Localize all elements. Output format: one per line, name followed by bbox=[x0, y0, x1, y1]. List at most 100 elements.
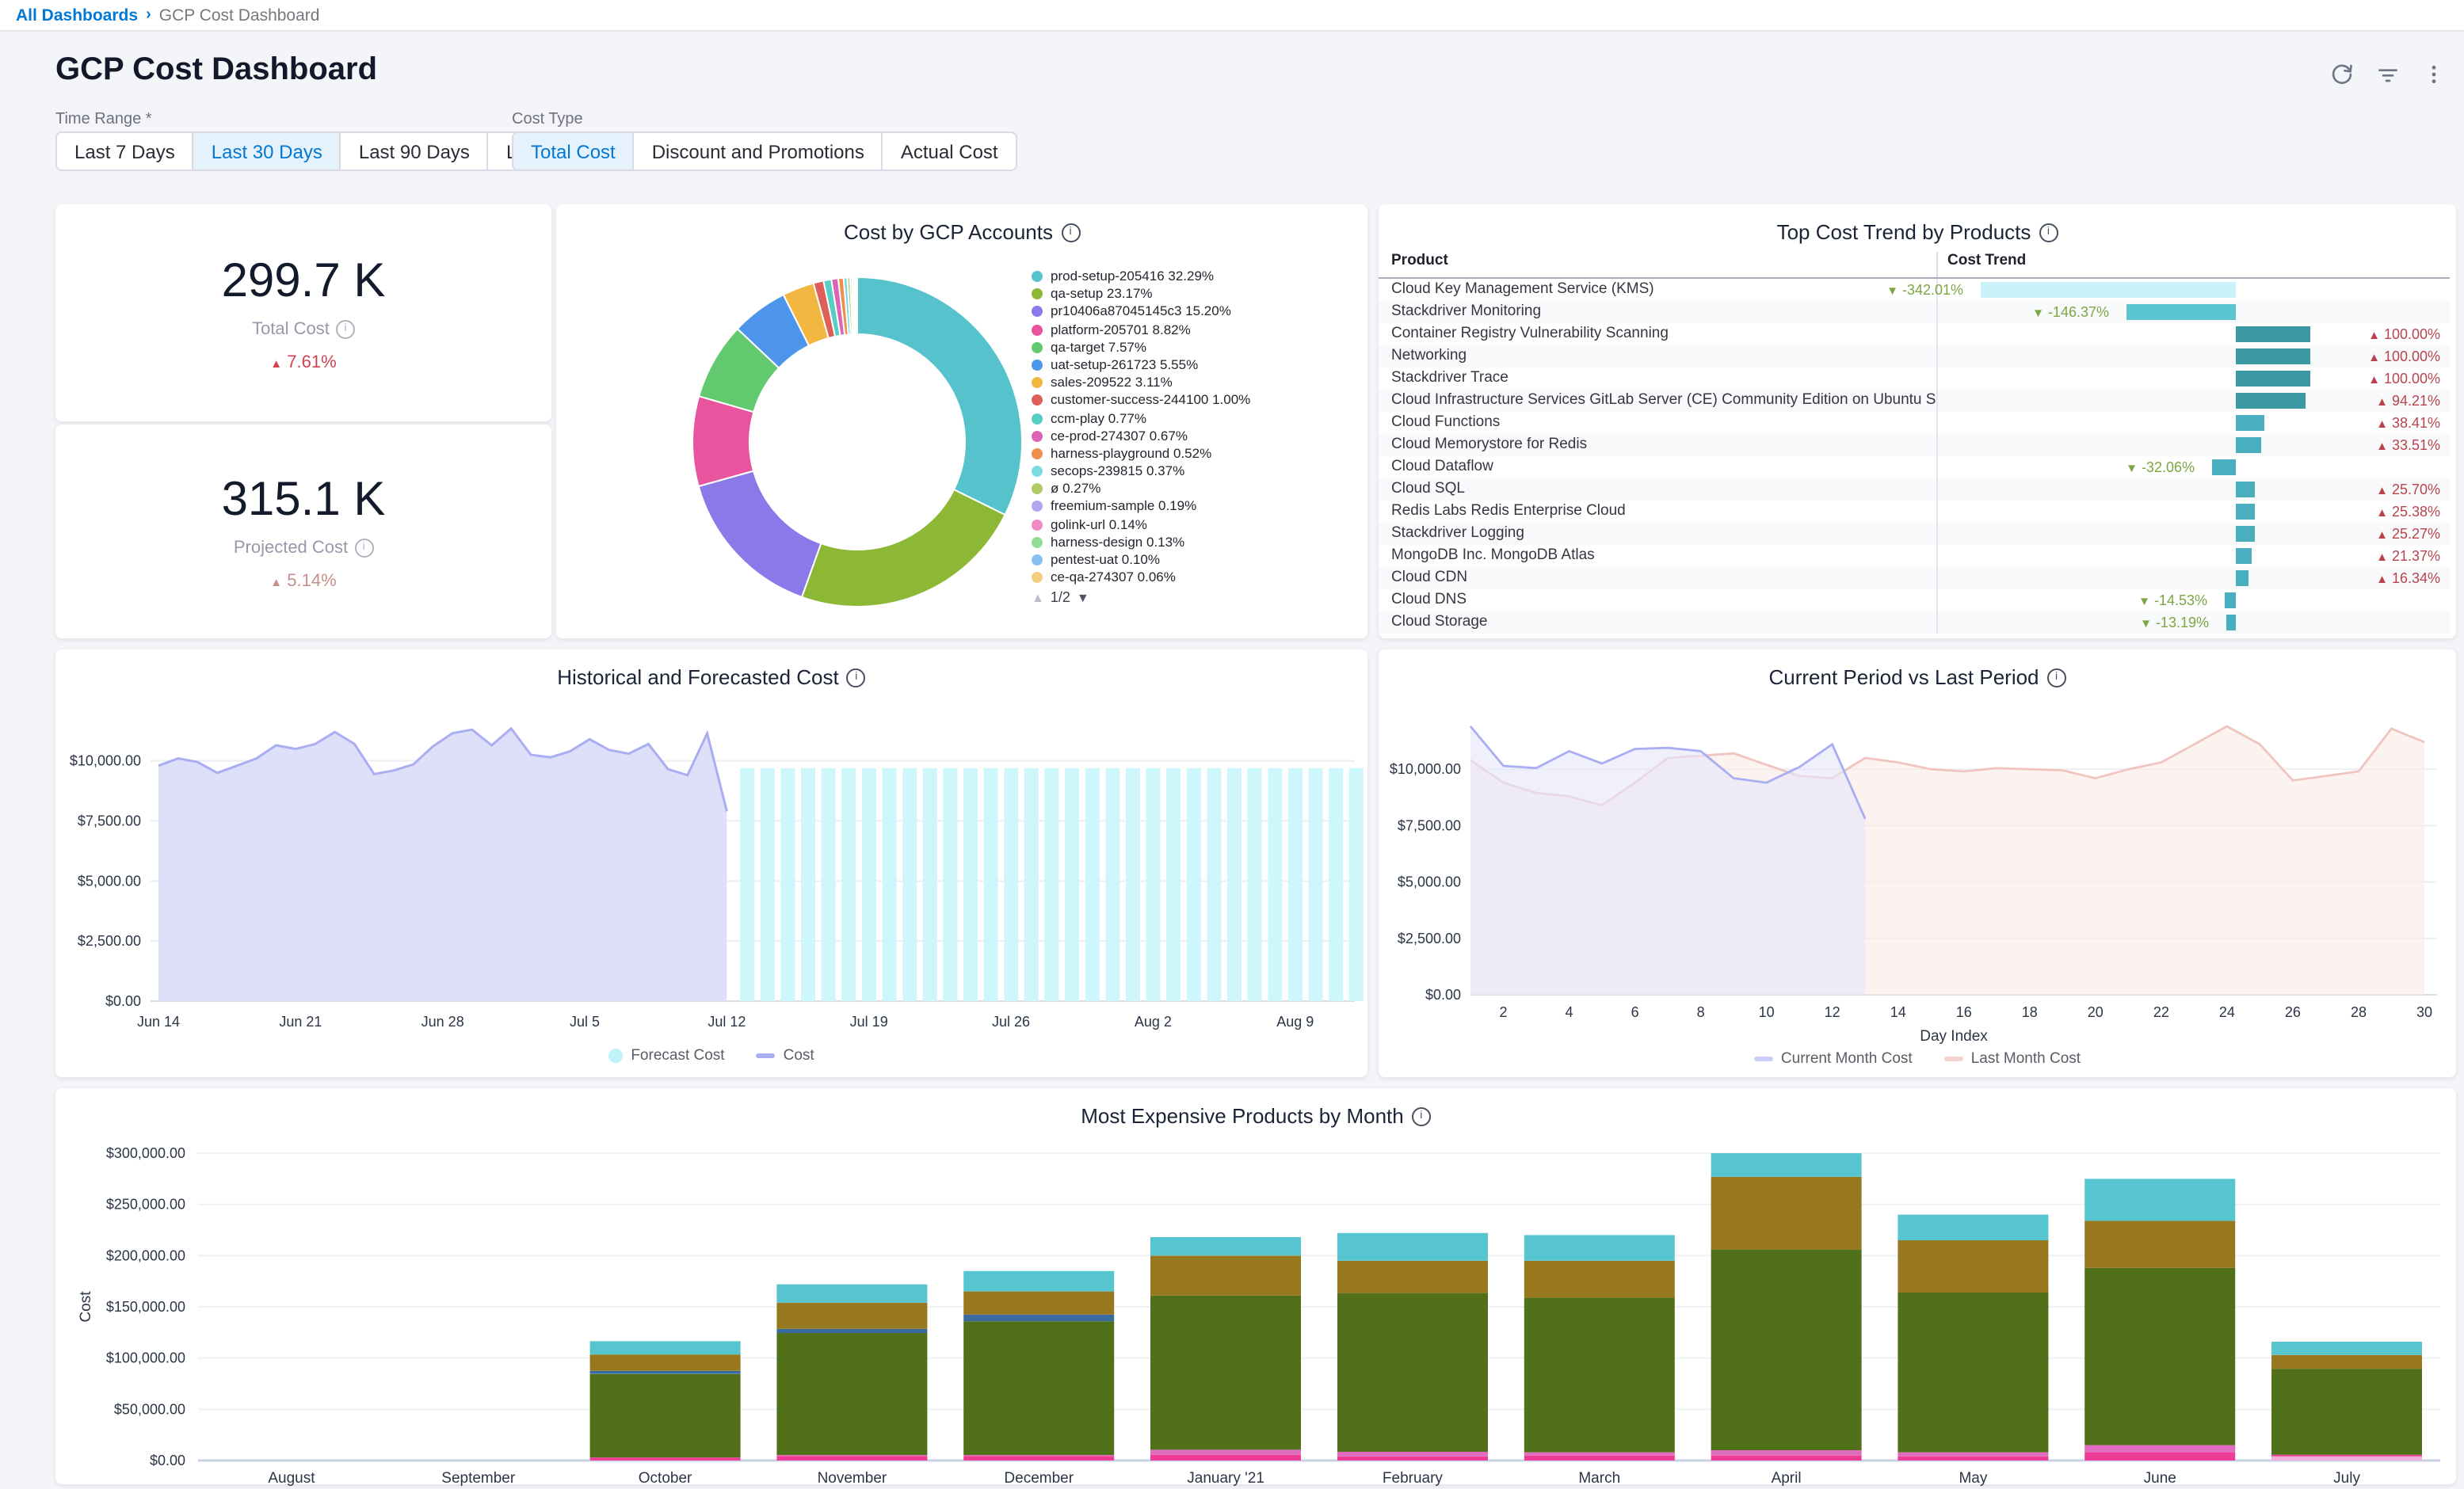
legend-dot-icon bbox=[1032, 307, 1043, 318]
x-axis-tick: Jul 12 bbox=[708, 1014, 746, 1030]
x-axis-tick: September bbox=[441, 1470, 516, 1487]
info-icon[interactable] bbox=[336, 319, 355, 338]
legend-item[interactable]: uat-setup-261723 5.55% bbox=[1032, 356, 1358, 372]
breadcrumb-chevron-icon: › bbox=[146, 6, 151, 24]
stacked-bar-segment-orchid bbox=[2084, 1445, 2235, 1453]
legend-item[interactable]: sales-209522 3.11% bbox=[1032, 374, 1358, 390]
legend-item[interactable]: Forecast Cost bbox=[608, 1047, 724, 1064]
legend-pagination: ▲1/2▼ bbox=[1032, 590, 1358, 606]
legend-item[interactable]: Cost bbox=[757, 1047, 814, 1064]
cost-area bbox=[158, 729, 727, 1001]
arrow-up-icon: ▲ bbox=[2376, 505, 2388, 520]
legend-item[interactable]: harness-playground 0.52% bbox=[1032, 445, 1358, 461]
cost-trend-cell: ▲ 25.27% bbox=[1936, 523, 2450, 545]
trend-percent: 21.37% bbox=[2388, 548, 2440, 564]
forecast-bar bbox=[1126, 768, 1140, 1001]
legend-item[interactable]: ce-qa-274307 0.06% bbox=[1032, 569, 1358, 585]
legend-dot-icon bbox=[1032, 466, 1043, 477]
info-icon[interactable] bbox=[354, 538, 373, 557]
cost-type-option-discount-and-promotions[interactable]: Discount and Promotions bbox=[633, 133, 882, 169]
legend-item[interactable]: golink-url 0.14% bbox=[1032, 516, 1358, 531]
donut-legend: prod-setup-205416 32.29%qa-setup 23.17% p… bbox=[1032, 268, 1358, 606]
total-cost-delta-value: 7.61% bbox=[287, 352, 336, 371]
legend-item[interactable]: qa-setup 23.17% bbox=[1032, 285, 1358, 301]
info-icon[interactable] bbox=[2039, 223, 2058, 242]
trend-bar bbox=[2225, 592, 2236, 608]
table-row: Container Registry Vulnerability Scannin… bbox=[1379, 323, 2450, 345]
y-axis-tick: $100,000.00 bbox=[106, 1350, 185, 1366]
legend-item[interactable]: secops-239815 0.37% bbox=[1032, 463, 1358, 478]
trend-bar bbox=[2236, 570, 2248, 586]
x-axis-tick: Jun 21 bbox=[279, 1014, 322, 1030]
stacked-bar-segment-olive bbox=[776, 1333, 927, 1455]
table-row: Cloud CDN▲ 16.34% bbox=[1379, 567, 2450, 589]
legend-prev-page-icon[interactable]: ▲ bbox=[1032, 591, 1044, 605]
table-row: Cloud Memorystore for Redis▲ 33.51% bbox=[1379, 434, 2450, 456]
legend-item[interactable]: pr10406a87045145c3 15.20% bbox=[1032, 303, 1358, 319]
legend-item[interactable]: prod-setup-205416 32.29% bbox=[1032, 268, 1358, 284]
trend-label: ▲ 25.70% bbox=[2376, 478, 2440, 502]
legend-item-label: ccm-play 0.77% bbox=[1051, 409, 1146, 425]
column-header-cost-trend[interactable]: Cost Trend bbox=[1936, 252, 2450, 277]
forecast-bar bbox=[1044, 768, 1058, 1001]
time-range-option-last-90-days[interactable]: Last 90 Days bbox=[340, 133, 487, 169]
trend-label: ▲ 33.51% bbox=[2376, 434, 2440, 458]
trend-label: ▼ -146.37% bbox=[2032, 301, 2109, 325]
trend-percent: 25.27% bbox=[2388, 526, 2440, 542]
y-axis-tick: $5,000.00 bbox=[78, 873, 141, 889]
legend-item[interactable]: Current Month Cost bbox=[1754, 1050, 1913, 1068]
cost-type-option-total-cost[interactable]: Total Cost bbox=[513, 133, 633, 169]
x-axis-tick: August bbox=[268, 1470, 315, 1487]
cost-type-option-actual-cost[interactable]: Actual Cost bbox=[882, 133, 1016, 169]
legend-item[interactable]: harness-design 0.13% bbox=[1032, 534, 1358, 550]
x-axis-tick: 10 bbox=[1759, 1004, 1775, 1020]
cost-trend-cell: ▲ 100.00% bbox=[1936, 367, 2450, 390]
column-header-product[interactable]: Product bbox=[1379, 252, 1936, 277]
trend-table-body: Cloud Key Management Service (KMS)▼ -342… bbox=[1379, 279, 2450, 634]
more-options-button[interactable] bbox=[2416, 57, 2451, 92]
cost-trend-cell: ▲ 21.37% bbox=[1936, 545, 2450, 567]
legend-item[interactable]: pentest-uat 0.10% bbox=[1032, 551, 1358, 567]
stacked-bar-segment-brown bbox=[1524, 1261, 1675, 1298]
legend-item[interactable]: freemium-sample 0.19% bbox=[1032, 498, 1358, 514]
legend-item-label: secops-239815 0.37% bbox=[1051, 463, 1184, 478]
trend-bar bbox=[2236, 526, 2255, 542]
forecast-bar bbox=[780, 768, 795, 1001]
legend-item[interactable]: ø 0.27% bbox=[1032, 481, 1358, 497]
legend-item[interactable]: qa-target 7.57% bbox=[1032, 339, 1358, 355]
time-range-option-last-7-days[interactable]: Last 7 Days bbox=[57, 133, 193, 169]
stacked-bar-segment-olive bbox=[1524, 1297, 1675, 1452]
legend-item-label: harness-playground 0.52% bbox=[1051, 445, 1211, 461]
forecast-bar bbox=[822, 768, 836, 1001]
legend-next-page-icon[interactable]: ▼ bbox=[1077, 591, 1089, 605]
x-axis-tick: 28 bbox=[2351, 1004, 2367, 1020]
forecast-bar bbox=[1349, 768, 1364, 1001]
x-axis-tick: 16 bbox=[1956, 1004, 1972, 1020]
legend-item[interactable]: Last Month Cost bbox=[1944, 1050, 2081, 1068]
x-axis-tick: 24 bbox=[2219, 1004, 2235, 1020]
legend-item-label: Last Month Cost bbox=[1971, 1050, 2081, 1068]
breadcrumb-all-dashboards[interactable]: All Dashboards bbox=[16, 6, 138, 25]
forecast-bar bbox=[841, 768, 856, 1001]
trend-percent: 100.00% bbox=[2380, 348, 2440, 364]
legend-item-label: pr10406a87045145c3 15.20% bbox=[1051, 303, 1231, 319]
legend-item[interactable]: ccm-play 0.77% bbox=[1032, 409, 1358, 425]
filter-button[interactable] bbox=[2371, 57, 2405, 92]
legend-item[interactable]: ce-prod-274307 0.67% bbox=[1032, 427, 1358, 443]
arrow-down-icon: ▼ bbox=[2138, 594, 2150, 608]
current-vs-last-period-card: Current Period vs Last Period $0.00$2,50… bbox=[1379, 649, 2456, 1077]
legend-item[interactable]: platform-205701 8.82% bbox=[1032, 321, 1358, 337]
stacked-bar-segment-hot-pink bbox=[1898, 1457, 2048, 1460]
stacked-bar-segment-brown bbox=[2084, 1221, 2235, 1267]
product-cell: Cloud Dataflow bbox=[1379, 456, 1936, 478]
arrow-up-icon: ▲ bbox=[2376, 550, 2388, 564]
forecast-bar bbox=[1329, 768, 1343, 1001]
stacked-bar-segment-olive bbox=[1898, 1293, 2048, 1453]
x-axis-tick: 14 bbox=[1890, 1004, 1906, 1020]
legend-swatch-icon bbox=[608, 1049, 623, 1063]
legend-item[interactable]: customer-success-244100 1.00% bbox=[1032, 392, 1358, 408]
arrow-up-icon: ▲ bbox=[2376, 483, 2388, 497]
y-axis-tick: $0.00 bbox=[1425, 987, 1461, 1003]
refresh-button[interactable] bbox=[2325, 57, 2359, 92]
time-range-option-last-30-days[interactable]: Last 30 Days bbox=[193, 133, 340, 169]
